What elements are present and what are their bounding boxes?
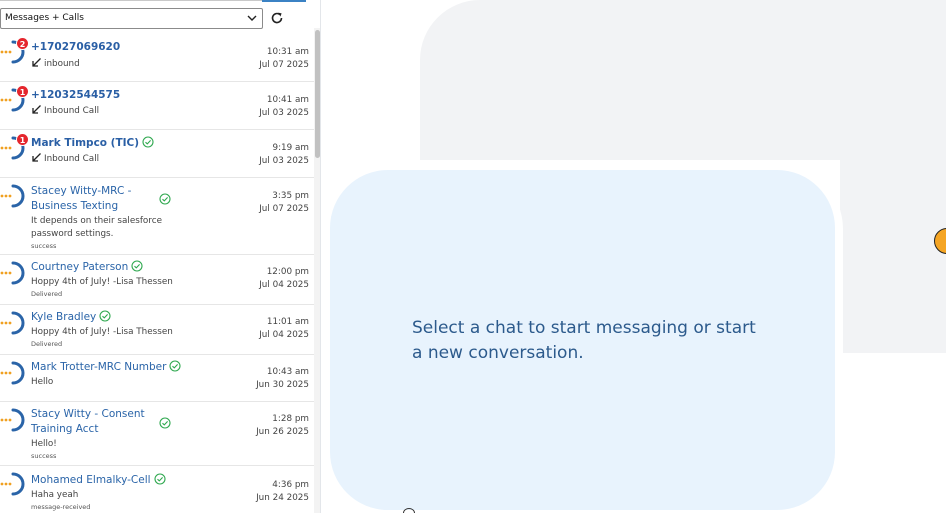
partial-icon [403,508,415,513]
conversation-item[interactable]: Courtney Paterson Hoppy 4th of July! -Li… [0,255,314,305]
empty-state-line1: Select a chat to start messaging or star… [412,318,756,338]
conversation-panel: Messages + Calls 2 +17027069620 inbound [0,0,321,513]
empty-state-line2: a new conversation. [412,343,584,363]
inbound-arrow-icon [32,153,41,162]
contact-name-line1[interactable]: Stacy Witty - Consent [31,407,145,422]
conversation-item[interactable]: Kyle Bradley Hoppy 4th of July! -Lisa Th… [0,305,314,355]
contact-name-line2[interactable]: Business Texting [31,199,118,214]
conversation-item[interactable]: 1 Mark Timpco (TIC) Inbound Call 9:19 am… [0,130,314,178]
message-date: Jul 03 2025 [259,156,309,166]
contact-name-row[interactable]: Kyle Bradley [31,310,111,325]
message-time: 4:36 pm [272,480,309,490]
contact-name-row[interactable]: Mark Timpco (TIC) [31,136,154,151]
message-preview: Haha yeah [31,490,79,500]
delivery-status: Delivered [31,290,63,298]
preview-text: Inbound Call [44,106,100,116]
delivery-status: success [31,452,57,460]
conversation-item[interactable]: Stacey Witty-MRC - Business Texting It d… [0,178,314,255]
contact-name-row[interactable]: Courtney Paterson [31,260,143,275]
filter-select-value: Messages + Calls [5,13,84,23]
delivery-status: Delivered [31,340,63,348]
contact-name: Mark Timpco (TIC) [31,137,140,149]
chevron-down-icon [247,15,257,21]
avatar-icon [0,408,25,432]
avatar-icon [0,472,25,496]
avatar-icon [0,311,25,335]
contact-name-line2[interactable]: Training Acct [31,422,98,437]
top-accent [262,0,306,2]
preview-line2: password settings. [31,229,114,239]
conversation-toolbar: Messages + Calls [0,0,320,36]
message-date: Jul 04 2025 [259,330,309,340]
message-date: Jul 04 2025 [259,280,309,290]
check-circle-icon [159,193,171,205]
chat-panel: Select a chat to start messaging or star… [321,0,946,513]
refresh-icon[interactable] [269,10,285,26]
filter-select[interactable]: Messages + Calls [0,8,263,29]
delivery-status: message-received [31,503,91,511]
check-circle-icon [169,360,181,372]
message-date: Jul 03 2025 [259,108,309,118]
preview-line1: It depends on their salesforce [31,216,162,226]
empty-state-message: Select a chat to start messaging or star… [412,316,762,366]
contact-name: Courtney Paterson [31,261,129,273]
check-circle-icon [153,473,166,485]
conversation-item[interactable]: 2 +17027069620 inbound 10:31 am Jul 07 2… [0,33,314,82]
inbound-arrow-icon [32,105,41,114]
unread-badge: 1 [16,85,29,98]
message-date: Jun 30 2025 [256,380,309,390]
check-circle-icon [142,136,154,148]
preview-text: inbound [44,59,80,69]
unread-badge: 1 [16,133,29,146]
conversation-item[interactable]: Stacy Witty - Consent Training Acct Hell… [0,402,314,466]
message-preview: Hello! [31,439,57,449]
message-time: 10:31 am [266,47,309,57]
message-preview: Hoppy 4th of July! -Lisa Thessen [31,327,173,337]
conversation-item[interactable]: Mark Trotter-MRC Number Hello 10:43 am J… [0,355,314,402]
message-date: Jun 24 2025 [256,493,309,503]
message-date: Jul 07 2025 [259,60,309,70]
top-divider [0,0,262,1]
message-time: 9:19 am [272,143,309,153]
preview-text: Inbound Call [44,154,100,164]
message-preview: Hello [31,377,54,387]
message-time: 12:00 pm [266,267,309,277]
message-time: 3:35 pm [272,191,309,201]
unread-badge: 2 [16,37,29,50]
message-preview: Hoppy 4th of July! -Lisa Thessen [31,277,173,287]
contact-name-row[interactable]: Mark Trotter-MRC Number [31,360,181,375]
contact-name-row[interactable]: Mohamed Elmalky-Cell [31,473,166,488]
avatar-icon [0,261,25,285]
check-circle-icon [131,260,143,272]
message-preview: Inbound Call [31,152,99,165]
avatar-icon [0,184,25,208]
contact-name[interactable]: +17027069620 [31,40,120,55]
message-preview: Inbound Call [31,104,99,117]
contact-name: Mohamed Elmalky-Cell [31,474,151,486]
message-time: 11:01 am [266,317,309,327]
conversation-list: 2 +17027069620 inbound 10:31 am Jul 07 2… [0,33,314,513]
message-time: 10:41 am [266,95,309,105]
check-circle-icon [99,310,111,322]
message-date: Jul 07 2025 [259,204,309,214]
avatar-icon [0,361,25,385]
message-time: 10:43 am [266,367,309,377]
contact-name[interactable]: +12032544575 [31,88,120,103]
delivery-status: success [31,242,57,250]
conversation-item[interactable]: Mohamed Elmalky-Cell Haha yeah message-r… [0,466,314,513]
scrollbar-thumb[interactable] [315,30,320,158]
contact-name: Kyle Bradley [31,311,97,323]
message-preview: inbound [31,57,80,70]
conversation-item[interactable]: 1 +12032544575 Inbound Call 10:41 am Jul… [0,82,314,130]
message-date: Jun 26 2025 [256,427,309,437]
contact-name: Mark Trotter-MRC Number [31,361,167,373]
messaging-app: Messages + Calls 2 +17027069620 inbound [0,0,946,513]
check-circle-icon [159,417,171,429]
message-time: 1:28 pm [272,414,309,424]
contact-name-line1[interactable]: Stacey Witty-MRC - [31,184,131,199]
inbound-arrow-icon [32,58,41,67]
